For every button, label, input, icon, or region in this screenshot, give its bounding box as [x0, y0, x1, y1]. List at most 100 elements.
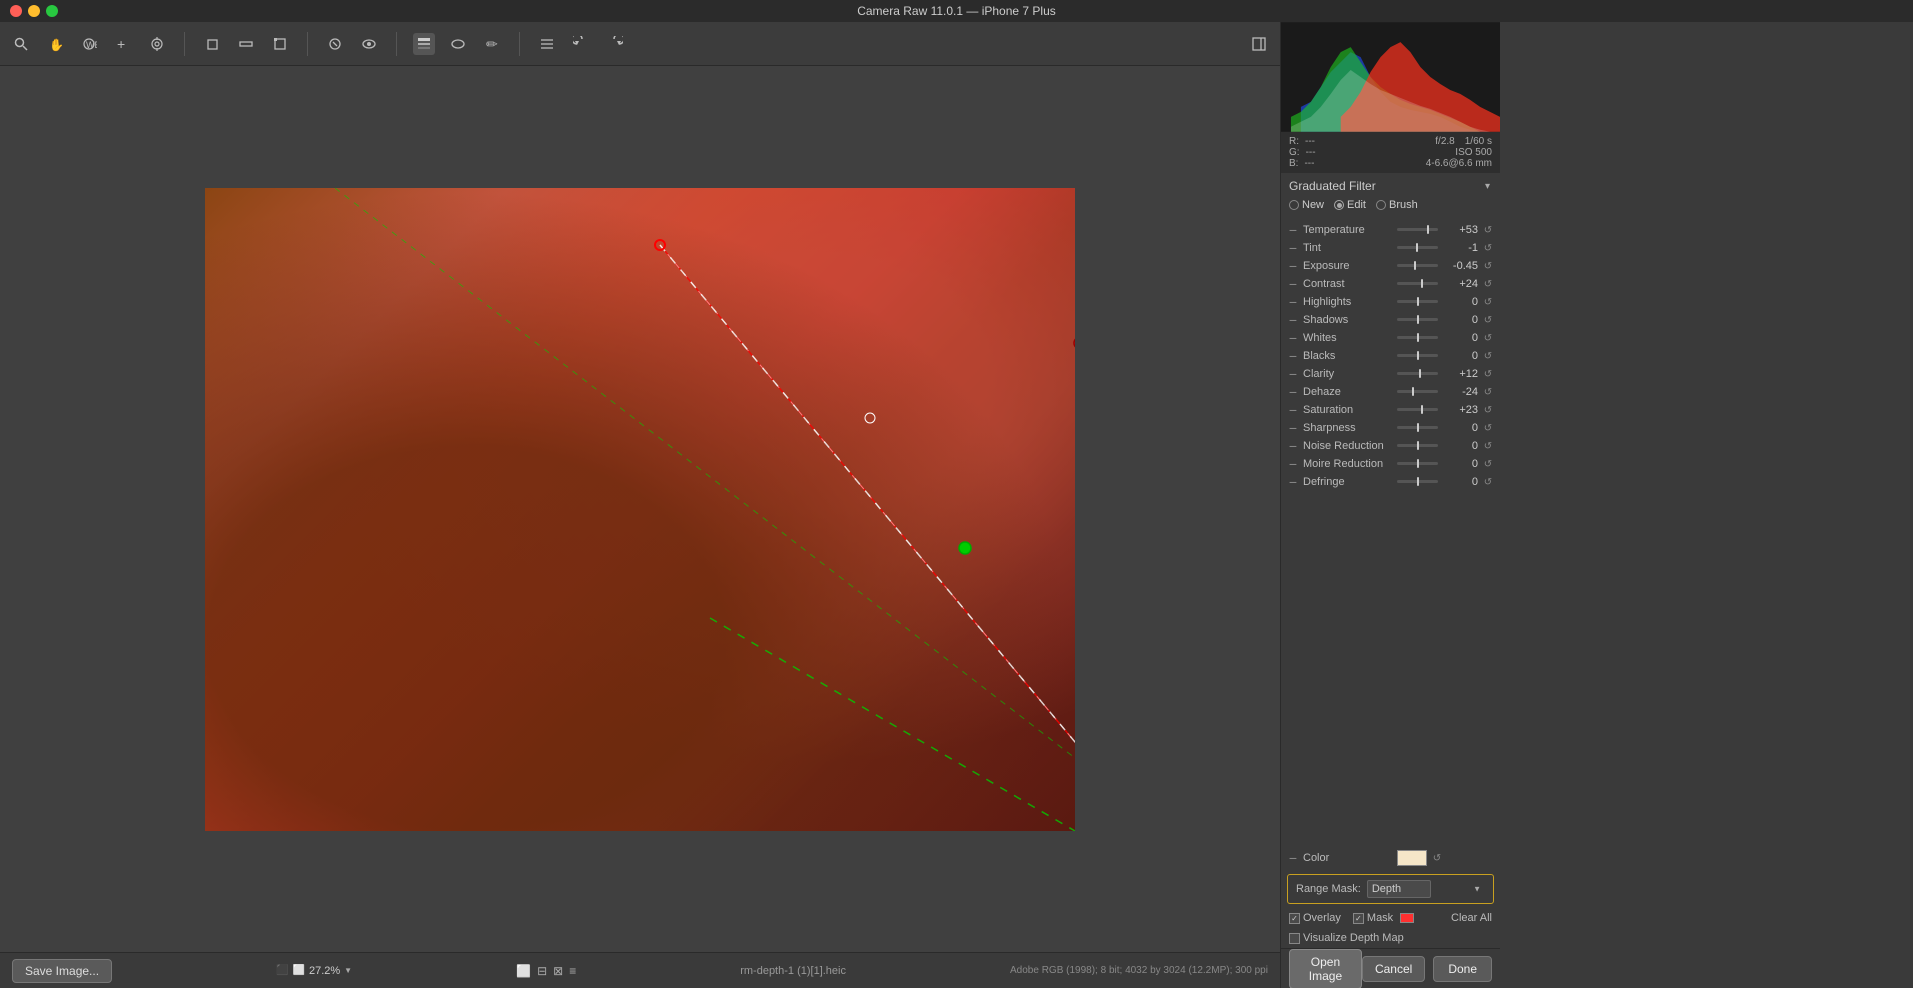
slider-minus-3[interactable]: − [1287, 278, 1299, 290]
color-reset[interactable]: ↺ [1431, 852, 1443, 864]
spot-removal-tool[interactable] [324, 33, 346, 55]
graduated-filter-tool[interactable] [413, 33, 435, 55]
slider-minus-13[interactable]: − [1287, 458, 1299, 470]
straighten-tool[interactable] [235, 33, 257, 55]
slider-track-4[interactable] [1397, 300, 1438, 303]
bottom-icon-2[interactable]: ⊟ [537, 964, 547, 978]
slider-reset-12[interactable]: ↺ [1482, 440, 1494, 452]
slider-minus-5[interactable]: − [1287, 314, 1299, 326]
slider-reset-2[interactable]: ↺ [1482, 260, 1494, 272]
zoom-dropdown-arrow[interactable]: ▼ [344, 966, 352, 975]
panel-toggle-button[interactable] [1248, 33, 1270, 55]
slider-minus-1[interactable]: − [1287, 242, 1299, 254]
slider-track-10[interactable] [1397, 408, 1438, 411]
canvas-area[interactable] [0, 66, 1280, 952]
hand-tool[interactable]: ✋ [44, 33, 66, 55]
slider-minus-10[interactable]: − [1287, 404, 1299, 416]
overlay-checkbox[interactable] [1289, 913, 1300, 924]
action-buttons: Open Image Cancel Done [1281, 948, 1500, 988]
radio-new[interactable] [1289, 200, 1299, 210]
save-image-button[interactable]: Save Image... [12, 959, 112, 983]
redo-button[interactable] [604, 33, 626, 55]
filter-mode-edit[interactable]: Edit [1334, 199, 1366, 211]
done-button[interactable]: Done [1433, 956, 1492, 982]
slider-reset-3[interactable]: ↺ [1482, 278, 1494, 290]
slider-minus-0[interactable]: − [1287, 224, 1299, 236]
slider-track-11[interactable] [1397, 426, 1438, 429]
slider-track-13[interactable] [1397, 462, 1438, 465]
radial-filter-tool[interactable] [447, 33, 469, 55]
radio-brush[interactable] [1376, 200, 1386, 210]
open-image-button[interactable]: Open Image [1289, 949, 1362, 988]
radio-edit[interactable] [1334, 200, 1344, 210]
slider-track-5[interactable] [1397, 318, 1438, 321]
slider-track-3[interactable] [1397, 282, 1438, 285]
color-minus[interactable]: − [1287, 852, 1299, 864]
slider-track-2[interactable] [1397, 264, 1438, 267]
zoom-tool[interactable] [10, 33, 32, 55]
visualize-depth-checkbox-item[interactable]: Visualize Depth Map [1289, 932, 1404, 944]
slider-reset-1[interactable]: ↺ [1482, 242, 1494, 254]
slider-reset-0[interactable]: ↺ [1482, 224, 1494, 236]
slider-track-9[interactable] [1397, 390, 1438, 393]
target-adjustment-tool[interactable] [146, 33, 168, 55]
color-sampler-tool[interactable]: + [112, 33, 134, 55]
zoom-value: 27.2% [309, 965, 340, 977]
overlay-checkbox-item[interactable]: Overlay [1289, 912, 1341, 924]
close-button[interactable] [10, 5, 22, 17]
slider-reset-8[interactable]: ↺ [1482, 368, 1494, 380]
slider-track-container-6 [1397, 336, 1438, 340]
slider-track-7[interactable] [1397, 354, 1438, 357]
maximize-button[interactable] [46, 5, 58, 17]
range-mask-select[interactable]: Off Luminance Color Depth [1367, 880, 1431, 898]
bottom-icon-4[interactable]: ≡ [569, 964, 576, 978]
adjustment-brush-tool[interactable]: ✏ [481, 33, 503, 55]
mask-checkbox-item[interactable]: Mask [1353, 912, 1414, 924]
mask-color-swatch[interactable] [1400, 913, 1414, 923]
slider-minus-6[interactable]: − [1287, 332, 1299, 344]
slider-track-8[interactable] [1397, 372, 1438, 375]
slider-minus-4[interactable]: − [1287, 296, 1299, 308]
minimize-button[interactable] [28, 5, 40, 17]
slider-minus-14[interactable]: − [1287, 476, 1299, 488]
white-balance-tool[interactable]: WB [78, 33, 100, 55]
slider-reset-10[interactable]: ↺ [1482, 404, 1494, 416]
slider-minus-9[interactable]: − [1287, 386, 1299, 398]
slider-reset-6[interactable]: ↺ [1482, 332, 1494, 344]
transform-tool[interactable] [269, 33, 291, 55]
visualize-depth-checkbox[interactable] [1289, 933, 1300, 944]
slider-track-0[interactable] [1397, 228, 1438, 231]
bottom-icon-1[interactable]: ⬜ [516, 964, 531, 978]
clear-all-button[interactable]: Clear All [1451, 912, 1492, 924]
slider-value-9: -24 [1442, 386, 1478, 398]
snapshots-tool[interactable] [536, 33, 558, 55]
slider-track-1[interactable] [1397, 246, 1438, 249]
canvas-panel: ✋ WB + [0, 22, 1280, 988]
redeye-tool[interactable] [358, 33, 380, 55]
slider-minus-12[interactable]: − [1287, 440, 1299, 452]
slider-minus-11[interactable]: − [1287, 422, 1299, 434]
slider-reset-5[interactable]: ↺ [1482, 314, 1494, 326]
app-bottom-bar: Save Image... ⬛ ⬜ 27.2% ▼ ⬜ ⊟ ⊠ ≡ rm-dep… [0, 952, 1280, 988]
slider-reset-13[interactable]: ↺ [1482, 458, 1494, 470]
slider-track-6[interactable] [1397, 336, 1438, 339]
slider-minus-7[interactable]: − [1287, 350, 1299, 362]
filter-mode-new[interactable]: New [1289, 199, 1324, 211]
undo-button[interactable] [570, 33, 592, 55]
slider-reset-4[interactable]: ↺ [1482, 296, 1494, 308]
slider-minus-2[interactable]: − [1287, 260, 1299, 272]
filter-mode-brush[interactable]: Brush [1376, 199, 1418, 211]
slider-minus-8[interactable]: − [1287, 368, 1299, 380]
slider-track-12[interactable] [1397, 444, 1438, 447]
panel-collapse-button[interactable]: ▾ [1483, 181, 1492, 192]
slider-track-14[interactable] [1397, 480, 1438, 483]
crop-tool[interactable] [201, 33, 223, 55]
slider-reset-14[interactable]: ↺ [1482, 476, 1494, 488]
mask-checkbox[interactable] [1353, 913, 1364, 924]
cancel-button[interactable]: Cancel [1362, 956, 1425, 982]
color-swatch[interactable] [1397, 850, 1427, 866]
slider-reset-11[interactable]: ↺ [1482, 422, 1494, 434]
slider-reset-9[interactable]: ↺ [1482, 386, 1494, 398]
bottom-icon-3[interactable]: ⊠ [553, 964, 563, 978]
slider-reset-7[interactable]: ↺ [1482, 350, 1494, 362]
